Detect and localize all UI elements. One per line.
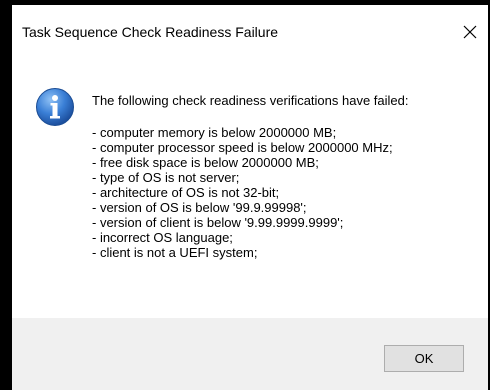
list-item: - version of OS is below '99.9.99998'; (92, 200, 307, 215)
list-item: - computer processor speed is below 2000… (92, 140, 393, 155)
list-item: - version of client is below '9.99.9999.… (92, 215, 344, 230)
dialog-window: Task Sequence Check Readiness Failure Th… (12, 5, 488, 390)
close-icon (463, 25, 477, 39)
list-item: - type of OS is not server; (92, 170, 240, 185)
list-item: - free disk space is below 2000000 MB; (92, 155, 319, 170)
list-item: - incorrect OS language; (92, 230, 233, 245)
failure-list: - computer memory is below 2000000 MB; -… (92, 125, 409, 260)
message-body: The following check readiness verificati… (92, 93, 409, 260)
window-title: Task Sequence Check Readiness Failure (22, 24, 279, 40)
list-item: - architecture of OS is not 32-bit; (92, 185, 280, 200)
list-item: - client is not a UEFI system; (92, 245, 258, 260)
message-heading: The following check readiness verificati… (92, 93, 409, 108)
close-button[interactable] (452, 15, 488, 49)
dialog-content: The following check readiness verificati… (12, 59, 488, 318)
info-icon (36, 88, 74, 126)
title-bar: Task Sequence Check Readiness Failure (12, 5, 488, 59)
list-item: - computer memory is below 2000000 MB; (92, 125, 337, 140)
ok-button[interactable]: OK (384, 345, 464, 372)
dialog-footer: OK (12, 318, 488, 390)
